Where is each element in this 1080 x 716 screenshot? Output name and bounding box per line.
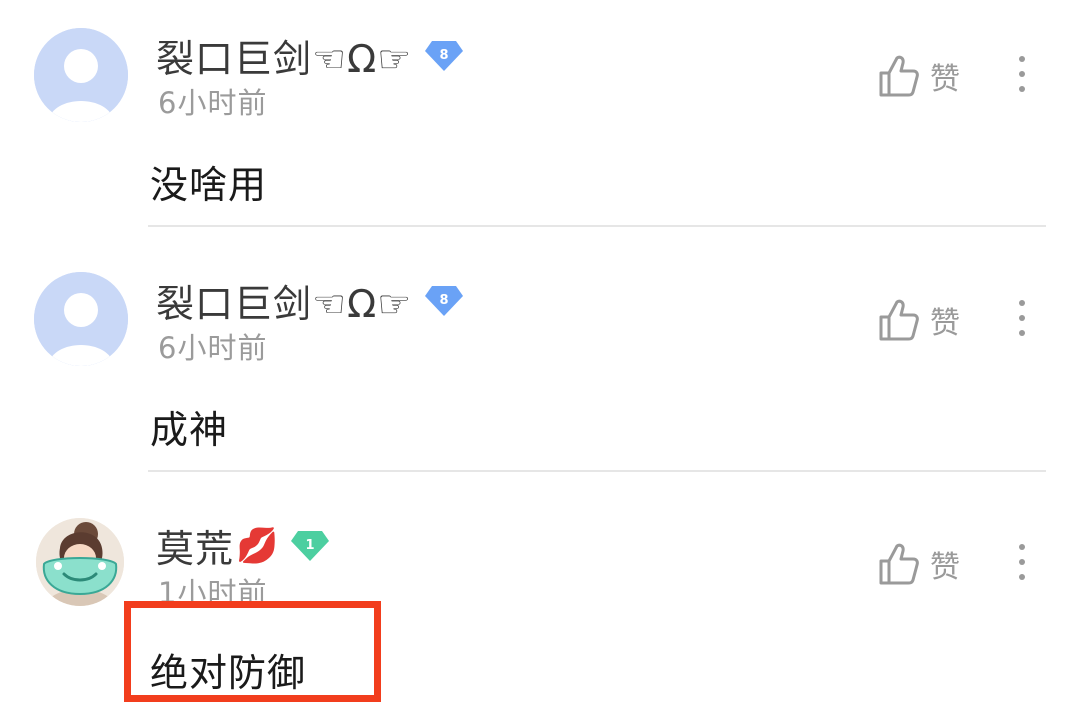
level-badge-icon: 1 xyxy=(291,530,330,561)
level-number: 8 xyxy=(440,293,449,308)
more-options-icon[interactable] xyxy=(1008,54,1036,98)
author-name[interactable]: 莫荒 xyxy=(156,518,234,573)
divider xyxy=(148,470,1046,472)
comment-text: 成神 xyxy=(150,408,229,452)
character-avatar-icon xyxy=(36,518,124,606)
user-avatar[interactable] xyxy=(36,518,124,606)
default-avatar-icon xyxy=(34,272,128,366)
more-options-icon[interactable] xyxy=(1008,542,1036,586)
comment-time: 6小时前 xyxy=(158,331,268,365)
level-number: 1 xyxy=(306,538,315,553)
user-avatar[interactable] xyxy=(34,28,128,122)
kiss-emoji: 💋 xyxy=(236,525,279,566)
default-avatar-icon xyxy=(34,28,128,122)
author-name[interactable]: 裂口巨剑☜Ω☞ xyxy=(156,273,412,328)
like-label: 赞 xyxy=(930,306,960,341)
like-button[interactable]: 赞 xyxy=(878,542,960,586)
author-row: 莫荒 💋 1 xyxy=(156,518,330,573)
highlight-annotation-box xyxy=(124,601,381,702)
author-row: 裂口巨剑☜Ω☞ 8 xyxy=(156,273,464,328)
more-options-icon[interactable] xyxy=(1008,298,1036,342)
like-label: 赞 xyxy=(930,62,960,97)
like-button[interactable]: 赞 xyxy=(878,298,960,342)
user-avatar[interactable] xyxy=(34,272,128,366)
divider xyxy=(148,225,1046,227)
thumbs-up-icon xyxy=(879,543,919,585)
comment-time: 6小时前 xyxy=(158,86,268,120)
author-row: 裂口巨剑☜Ω☞ 8 xyxy=(156,28,464,83)
comment-text: 没啥用 xyxy=(150,163,268,207)
level-badge-icon: 8 xyxy=(425,40,464,71)
author-name[interactable]: 裂口巨剑☜Ω☞ xyxy=(156,28,412,83)
thumbs-up-icon xyxy=(879,299,919,341)
level-badge-icon: 8 xyxy=(425,285,464,316)
like-label: 赞 xyxy=(930,550,960,585)
like-button[interactable]: 赞 xyxy=(878,54,960,98)
thumbs-up-icon xyxy=(879,55,919,97)
level-number: 8 xyxy=(440,48,449,63)
